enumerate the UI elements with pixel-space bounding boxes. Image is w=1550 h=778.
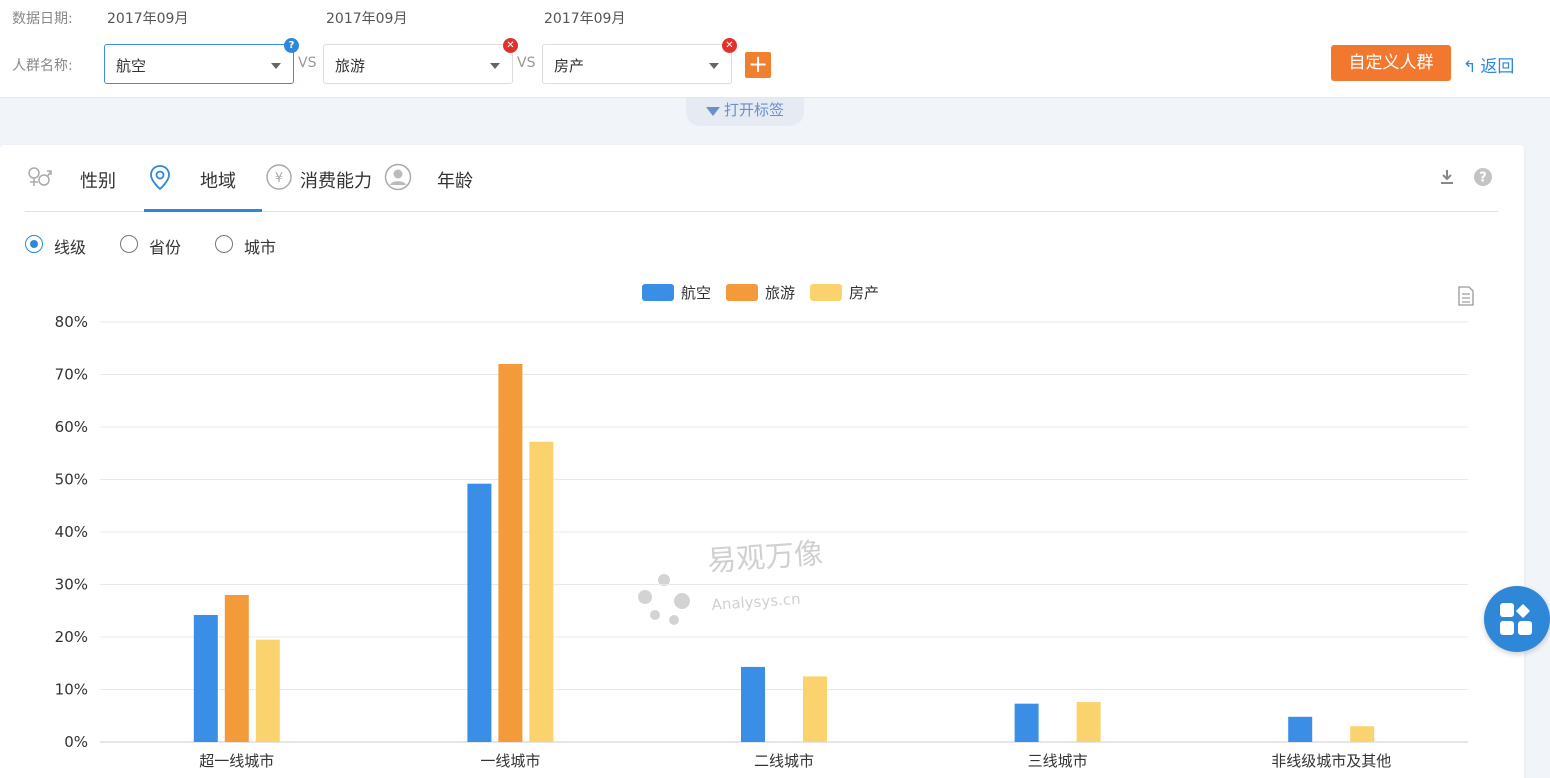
y-tick-label: 70% xyxy=(55,366,88,384)
y-tick-label: 50% xyxy=(55,471,88,489)
filter-bar: 数据日期: 2017年09月 2017年09月 2017年09月 人群名称: 航… xyxy=(0,0,1550,98)
bar-旅游 xyxy=(498,364,523,742)
x-tick-label: 三线城市 xyxy=(1028,752,1088,770)
watermark-subtext: Analysys.cn xyxy=(711,590,801,614)
watermark-logo xyxy=(638,574,690,625)
watermark-dot xyxy=(638,590,652,604)
bar-房产 xyxy=(1350,726,1375,742)
x-tick-label: 超一线城市 xyxy=(199,752,274,770)
legend-label: 旅游 xyxy=(765,284,795,302)
bar-航空 xyxy=(1288,716,1313,742)
group-select-2-value: 旅游 xyxy=(335,57,366,75)
tab-age[interactable]: 年龄 xyxy=(384,145,484,212)
date-value-3: 2017年09月 xyxy=(544,11,626,27)
chevron-down-icon xyxy=(709,63,719,69)
date-label: 数据日期: xyxy=(12,11,73,27)
dimension-tabs: 性别 地域 ¥ 消费能力 年龄 ? xyxy=(25,145,1498,212)
watermark-text: 易观万像 xyxy=(706,536,824,578)
app-grid-button[interactable] xyxy=(1484,586,1550,652)
person-icon xyxy=(384,163,412,191)
group-name-label: 人群名称: xyxy=(12,58,73,74)
radio-label: 省份 xyxy=(149,238,182,257)
data-view-icon[interactable] xyxy=(1458,286,1474,306)
back-arrow-icon: ↰ xyxy=(1463,57,1477,76)
legend-swatch xyxy=(810,284,842,301)
legend-swatch xyxy=(726,284,758,301)
legend-label: 航空 xyxy=(681,284,711,302)
tab-spending-label: 消费能力 xyxy=(300,171,372,192)
vs-label: VS xyxy=(517,55,536,71)
app-grid-icon xyxy=(1500,603,1532,635)
y-tick-label: 10% xyxy=(55,681,88,699)
add-group-button[interactable]: + xyxy=(745,52,771,78)
radio-circle xyxy=(215,235,233,253)
svg-text:¥: ¥ xyxy=(275,171,283,186)
bar-航空 xyxy=(1014,703,1039,742)
back-button[interactable]: ↰ 返回 xyxy=(1463,52,1514,77)
remove-icon[interactable]: ✕ xyxy=(503,38,518,53)
triangle-down-icon xyxy=(705,107,720,116)
bar-航空 xyxy=(467,483,492,742)
custom-group-button[interactable]: 自定义人群 xyxy=(1331,45,1451,81)
y-tick-label: 20% xyxy=(55,628,88,646)
bar-房产 xyxy=(1076,702,1101,742)
date-value-2: 2017年09月 xyxy=(326,11,408,27)
active-tab-indicator xyxy=(144,209,262,212)
bar-航空 xyxy=(193,614,218,742)
group-select-3[interactable]: 房产 ✕ xyxy=(542,38,737,84)
radio-circle xyxy=(120,235,138,253)
chevron-down-icon xyxy=(490,63,500,69)
vs-label: VS xyxy=(298,55,317,71)
region-bar-chart: 易观万像 Analysys.cn 0% 10% 20% 30% 40% 50% 60% 70% 80… xyxy=(55,284,1474,770)
y-tick-label: 30% xyxy=(55,576,88,594)
bar-房产 xyxy=(255,639,280,742)
watermark-dot xyxy=(650,610,660,620)
y-tick-label: 40% xyxy=(55,523,88,541)
y-tick-label: 0% xyxy=(64,733,88,751)
watermark-dot xyxy=(674,593,690,609)
tab-gender[interactable]: 性别 xyxy=(25,145,135,212)
group-select-3-value: 房产 xyxy=(554,57,585,75)
y-tick-label: 60% xyxy=(55,418,88,436)
x-tick-label: 二线城市 xyxy=(754,752,814,770)
group-select-2[interactable]: 旅游 ✕ xyxy=(323,38,518,84)
chevron-down-icon xyxy=(271,63,281,69)
tab-region-label: 地域 xyxy=(200,171,236,192)
group-select-1[interactable]: 航空 ? xyxy=(104,38,299,84)
group-select-1-value: 航空 xyxy=(116,57,147,75)
bar-房产 xyxy=(803,676,827,742)
y-tick-label: 80% xyxy=(55,313,88,331)
help-icon[interactable]: ? xyxy=(284,38,299,53)
bar-航空 xyxy=(741,666,765,742)
help-circle-icon[interactable]: ? xyxy=(1473,167,1493,187)
yuan-coin-icon: ¥ xyxy=(266,164,292,190)
watermark-dot xyxy=(669,615,679,625)
gender-icon xyxy=(28,167,52,186)
x-tick-label: 非线级城市及其他 xyxy=(1271,752,1391,770)
tab-spending[interactable]: ¥ 消费能力 xyxy=(265,145,385,212)
bar-房产 xyxy=(529,441,554,742)
legend-label: 房产 xyxy=(849,284,879,302)
bar-旅游 xyxy=(224,595,249,742)
legend-swatch xyxy=(642,284,674,301)
tab-gender-label: 性别 xyxy=(80,171,116,192)
radio-label: 城市 xyxy=(244,238,277,257)
download-icon[interactable] xyxy=(1437,167,1457,187)
x-tick-label: 一线城市 xyxy=(480,752,540,770)
date-value-1: 2017年09月 xyxy=(107,11,189,27)
tab-region[interactable]: 地域 xyxy=(144,145,262,212)
analysis-card: 性别 地域 ¥ 消费能力 年龄 ? 线级 省份 城市 易观万像 Analysys… xyxy=(0,145,1524,778)
remove-icon[interactable]: ✕ xyxy=(722,38,737,53)
svg-text:?: ? xyxy=(1479,171,1487,186)
open-tags-label: 打开标签 xyxy=(723,101,784,119)
location-pin-icon xyxy=(150,165,170,191)
radio-circle xyxy=(25,235,43,253)
back-label: 返回 xyxy=(1480,57,1515,77)
tab-age-label: 年龄 xyxy=(437,171,473,192)
radio-label: 线级 xyxy=(54,238,87,257)
open-tags-toggle[interactable]: 打开标签 xyxy=(686,98,804,126)
